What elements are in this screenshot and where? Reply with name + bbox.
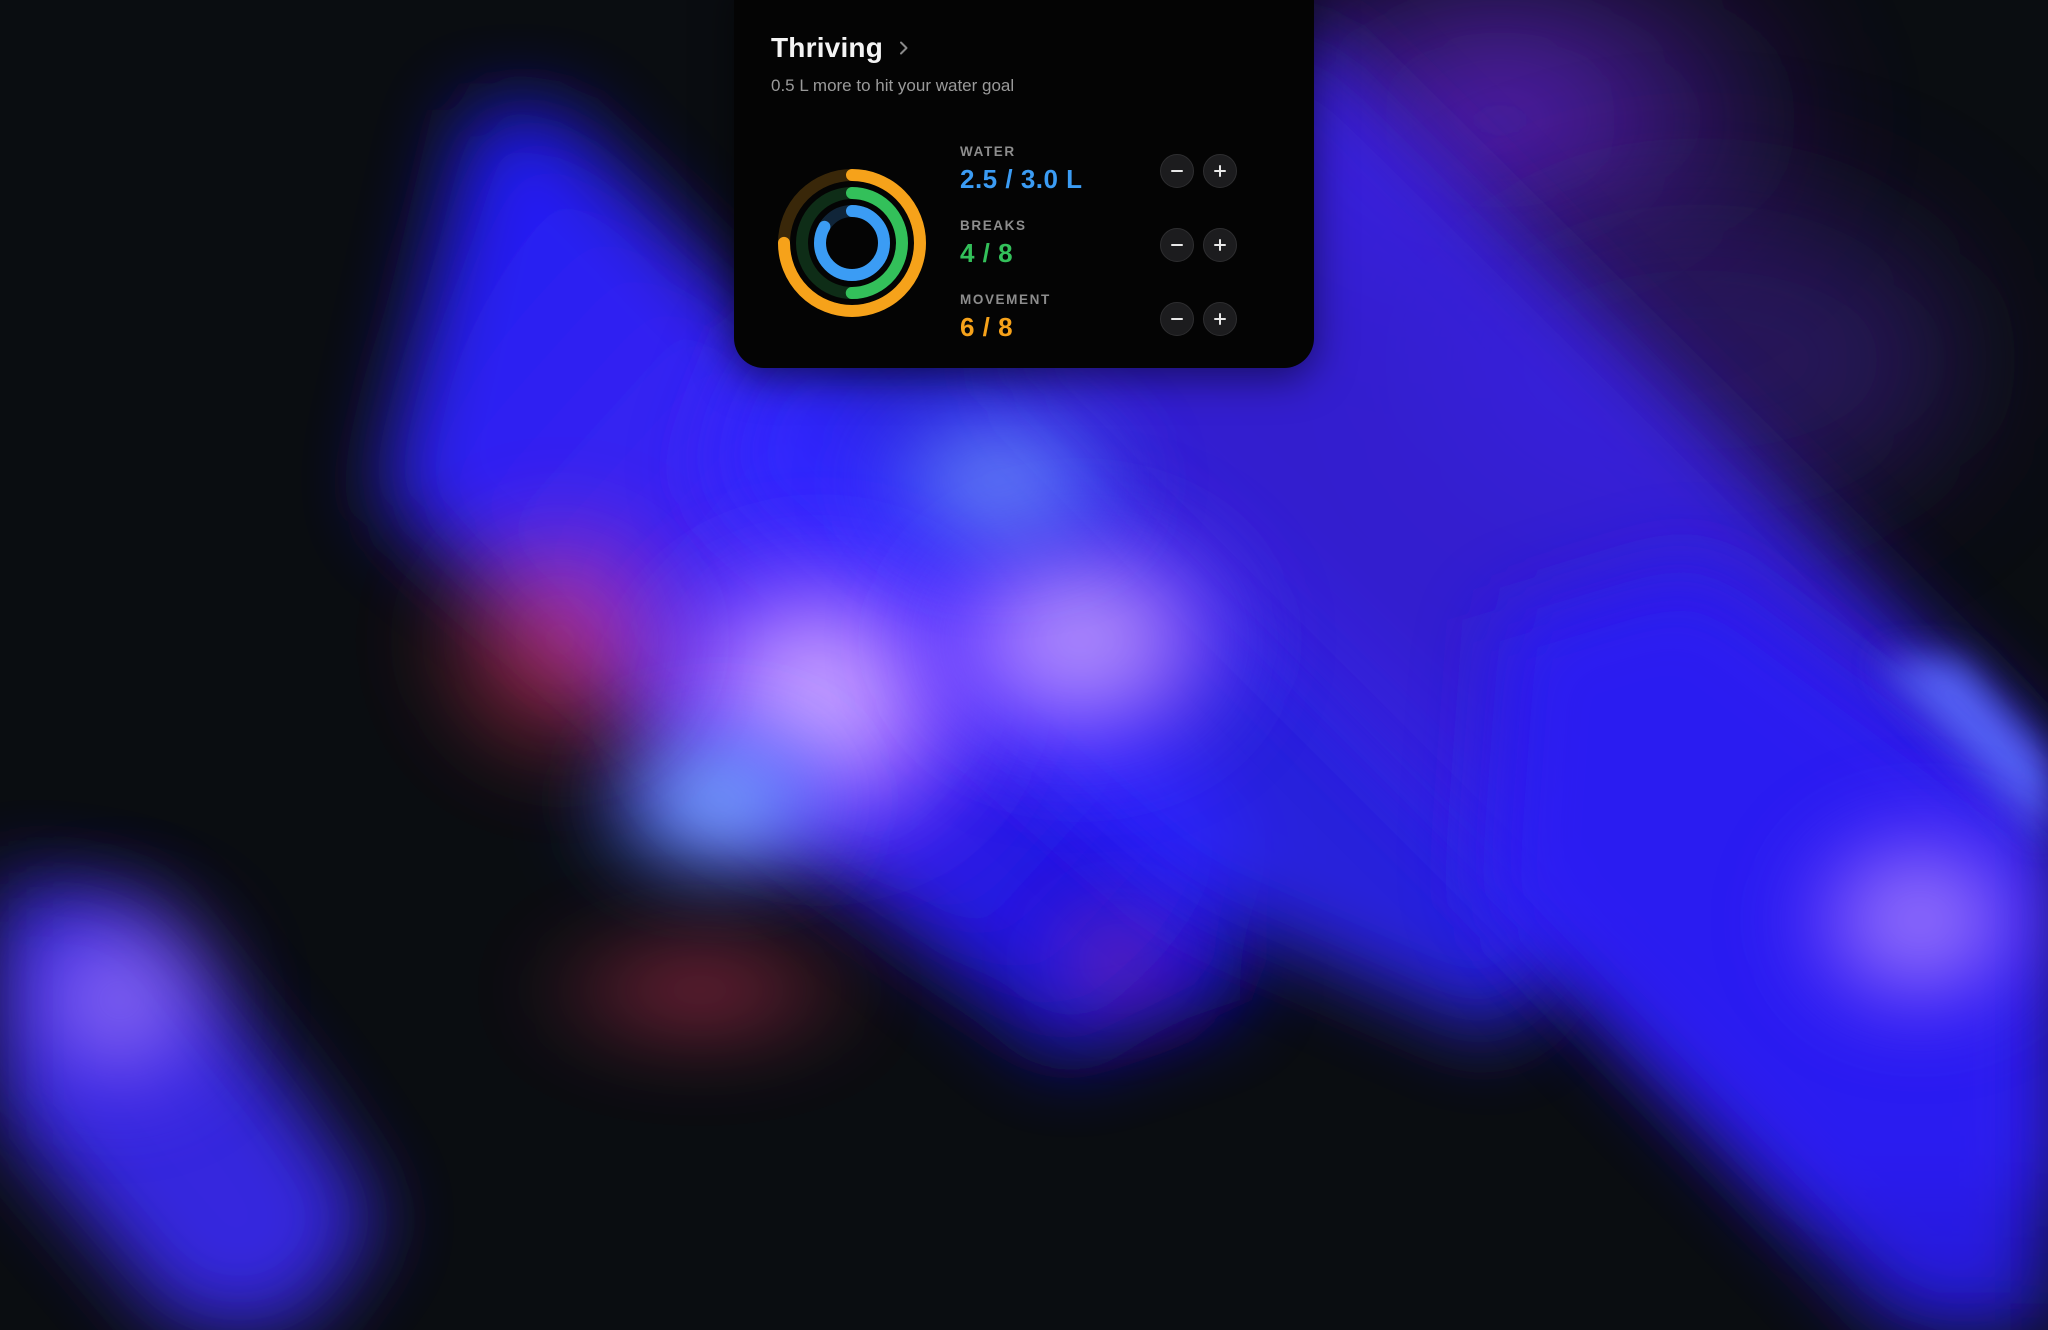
metric-movement: MOVEMENT 6 / 8 (960, 292, 1280, 362)
widget-title: Thriving (771, 32, 884, 63)
metric-label-breaks: BREAKS (960, 218, 1027, 233)
movement-decrement-button[interactable] (1160, 302, 1194, 336)
chevron-right-icon[interactable] (899, 41, 909, 55)
metric-value-water: 2.5 / 3.0 L (960, 164, 1083, 194)
water-increment-button[interactable] (1203, 154, 1237, 188)
metric-value-movement: 6 / 8 (960, 312, 1014, 342)
metric-value-breaks: 4 / 8 (960, 238, 1014, 268)
plus-icon (1214, 239, 1226, 251)
breaks-increment-button[interactable] (1203, 228, 1237, 262)
activity-rings (772, 163, 932, 323)
water-decrement-button[interactable] (1160, 154, 1194, 188)
widget-subtitle: 0.5 L more to hit your water goal (771, 76, 1015, 95)
metric-label-water: WATER (960, 144, 1016, 159)
metric-water: WATER 2.5 / 3.0 L (960, 144, 1280, 214)
widget-header[interactable]: Thriving (771, 32, 909, 64)
minus-icon (1171, 244, 1183, 246)
minus-icon (1171, 170, 1183, 172)
breaks-decrement-button[interactable] (1160, 228, 1194, 262)
metric-breaks: BREAKS 4 / 8 (960, 218, 1280, 288)
metric-label-movement: MOVEMENT (960, 292, 1051, 307)
plus-icon (1214, 165, 1226, 177)
minus-icon (1171, 318, 1183, 320)
rings-graphic (778, 169, 926, 317)
plus-icon (1214, 313, 1226, 325)
movement-increment-button[interactable] (1203, 302, 1237, 336)
thriving-widget: Thriving 0.5 L more to hit your water go… (734, 0, 1314, 368)
